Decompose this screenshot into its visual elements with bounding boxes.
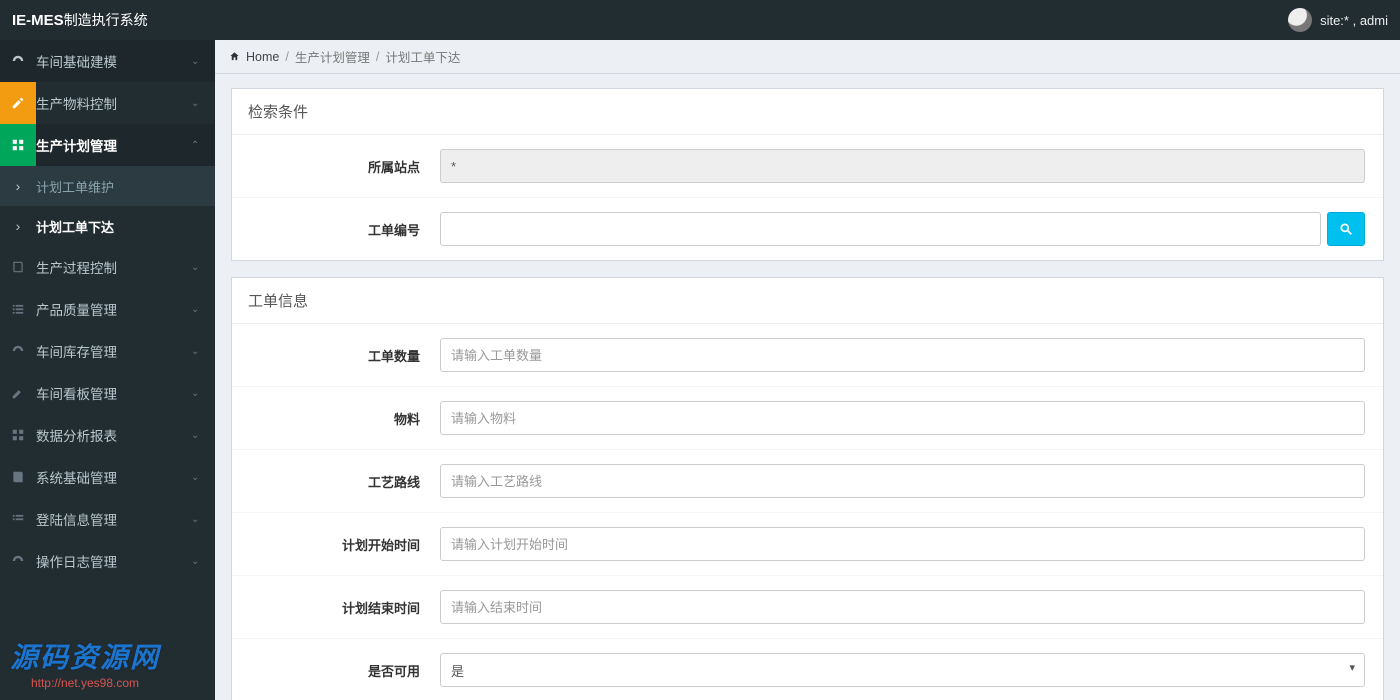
input-end[interactable]: [440, 590, 1365, 624]
sidebar-item-label: 操作日志管理: [36, 551, 191, 571]
sidebar-item-production-plan[interactable]: 生产计划管理 ⌃: [0, 124, 215, 166]
top-right: site:* , admi: [1288, 8, 1388, 32]
chevron-down-icon: ⌄: [191, 514, 215, 525]
chevron-up-icon: ⌃: [191, 140, 215, 151]
sidebar-item-label: 系统基础管理: [36, 467, 191, 487]
chevron-down-icon: ⌄: [191, 56, 215, 67]
input-start[interactable]: [440, 527, 1365, 561]
select-enable[interactable]: [440, 653, 1365, 687]
avatar[interactable]: [1288, 8, 1312, 32]
brand: IE-MES制造执行系统: [12, 10, 148, 30]
sidebar-item-process-control[interactable]: 生产过程控制 ⌄: [0, 246, 215, 288]
dashboard-icon: [0, 344, 36, 358]
chevron-down-icon: ⌄: [191, 262, 215, 273]
breadcrumb-sep: /: [376, 50, 379, 64]
panel-search: 检索条件 所属站点 工单编号: [231, 88, 1384, 261]
sidebar-item-workshop-model[interactable]: 车间基础建模 ⌄: [0, 40, 215, 82]
sidebar-sub-plan-order-release[interactable]: › 计划工单下达: [0, 206, 215, 246]
chevron-down-icon: ⌄: [191, 346, 215, 357]
panel-order-info-title: 工单信息: [232, 278, 1383, 324]
input-order-no[interactable]: [440, 212, 1321, 246]
sidebar-item-label: 车间看板管理: [36, 383, 191, 403]
book-icon: [0, 470, 36, 484]
sidebar-item-kanban[interactable]: 车间看板管理 ⌄: [0, 372, 215, 414]
label-enable: 是否可用: [250, 661, 440, 680]
row-enable: 是否可用: [232, 638, 1383, 700]
topbar: IE-MES制造执行系统 site:* , admi: [0, 0, 1400, 40]
grid-icon: [0, 428, 36, 442]
list-icon: [0, 302, 36, 316]
row-start: 计划开始时间: [232, 512, 1383, 575]
home-icon: [229, 51, 240, 62]
sidebar-item-login-info[interactable]: 登陆信息管理 ⌄: [0, 498, 215, 540]
sidebar-item-label: 数据分析报表: [36, 425, 191, 445]
chevron-down-icon: ⌄: [191, 304, 215, 315]
label-start: 计划开始时间: [250, 535, 440, 554]
label-site: 所属站点: [250, 157, 440, 176]
sidebar-item-label: 生产物料控制: [36, 93, 191, 113]
label-order-no: 工单编号: [250, 220, 440, 239]
chevron-down-icon: ⌄: [191, 472, 215, 483]
sidebar-item-label: 车间库存管理: [36, 341, 191, 361]
breadcrumb-home[interactable]: Home: [246, 50, 279, 64]
sidebar-item-label: 产品质量管理: [36, 299, 191, 319]
row-order-no: 工单编号: [232, 197, 1383, 260]
breadcrumb-section[interactable]: 生产计划管理: [295, 47, 370, 66]
label-end: 计划结束时间: [250, 598, 440, 617]
row-site: 所属站点: [232, 135, 1383, 197]
panel-search-title: 检索条件: [232, 89, 1383, 135]
sidebar-item-system[interactable]: 系统基础管理 ⌄: [0, 456, 215, 498]
edit-icon: [0, 82, 36, 124]
brand-strong: IE-MES: [12, 12, 64, 29]
list-icon: [0, 512, 36, 526]
row-qty: 工单数量: [232, 324, 1383, 386]
sidebar-item-label: 计划工单维护: [36, 177, 215, 196]
sidebar-item-label: 生产过程控制: [36, 257, 191, 277]
sidebar-item-reports[interactable]: 数据分析报表 ⌄: [0, 414, 215, 456]
sidebar-item-op-log[interactable]: 操作日志管理 ⌄: [0, 540, 215, 582]
chevron-right-icon: ›: [0, 178, 36, 194]
input-qty[interactable]: [440, 338, 1365, 372]
sidebar-item-label: 计划工单下达: [36, 217, 215, 236]
search-button[interactable]: [1327, 212, 1365, 246]
chevron-down-icon: ⌄: [191, 430, 215, 441]
input-route[interactable]: [440, 464, 1365, 498]
chevron-down-icon: ⌄: [191, 556, 215, 567]
grid-icon: [0, 124, 36, 166]
label-material: 物料: [250, 409, 440, 428]
dashboard-icon: [0, 54, 36, 68]
breadcrumb-page: 计划工单下达: [385, 47, 460, 66]
book-icon: [0, 260, 36, 274]
input-site: [440, 149, 1365, 183]
row-route: 工艺路线: [232, 449, 1383, 512]
sidebar-item-quality[interactable]: 产品质量管理 ⌄: [0, 288, 215, 330]
sidebar-submenu-production-plan: › 计划工单维护 › 计划工单下达: [0, 166, 215, 246]
chevron-right-icon: ›: [0, 218, 36, 234]
breadcrumb-sep: /: [285, 50, 288, 64]
dashboard-icon: [0, 554, 36, 568]
input-material[interactable]: [440, 401, 1365, 435]
edit-icon: [0, 386, 36, 400]
chevron-down-icon: ⌄: [191, 98, 215, 109]
label-route: 工艺路线: [250, 472, 440, 491]
chevron-down-icon: ⌄: [191, 388, 215, 399]
breadcrumb: Home / 生产计划管理 / 计划工单下达: [215, 40, 1400, 74]
user-site-label: site:* , admi: [1320, 13, 1388, 28]
row-material: 物料: [232, 386, 1383, 449]
sidebar-item-material-control[interactable]: 生产物料控制 ⌄: [0, 82, 215, 124]
sidebar-item-label: 生产计划管理: [36, 135, 191, 155]
sidebar-sub-plan-order-maintain[interactable]: › 计划工单维护: [0, 166, 215, 206]
brand-rest: 制造执行系统: [64, 12, 148, 28]
label-qty: 工单数量: [250, 346, 440, 365]
panel-order-info: 工单信息 工单数量 物料 工艺路线 计划开始时间: [231, 277, 1384, 700]
sidebar: 车间基础建模 ⌄ 生产物料控制 ⌄ 生产计划管理 ⌃ ›: [0, 40, 215, 700]
sidebar-item-label: 登陆信息管理: [36, 509, 191, 529]
sidebar-item-inventory[interactable]: 车间库存管理 ⌄: [0, 330, 215, 372]
main: Home / 生产计划管理 / 计划工单下达 检索条件 所属站点 工单编号: [215, 40, 1400, 700]
sidebar-item-label: 车间基础建模: [36, 51, 191, 71]
row-end: 计划结束时间: [232, 575, 1383, 638]
